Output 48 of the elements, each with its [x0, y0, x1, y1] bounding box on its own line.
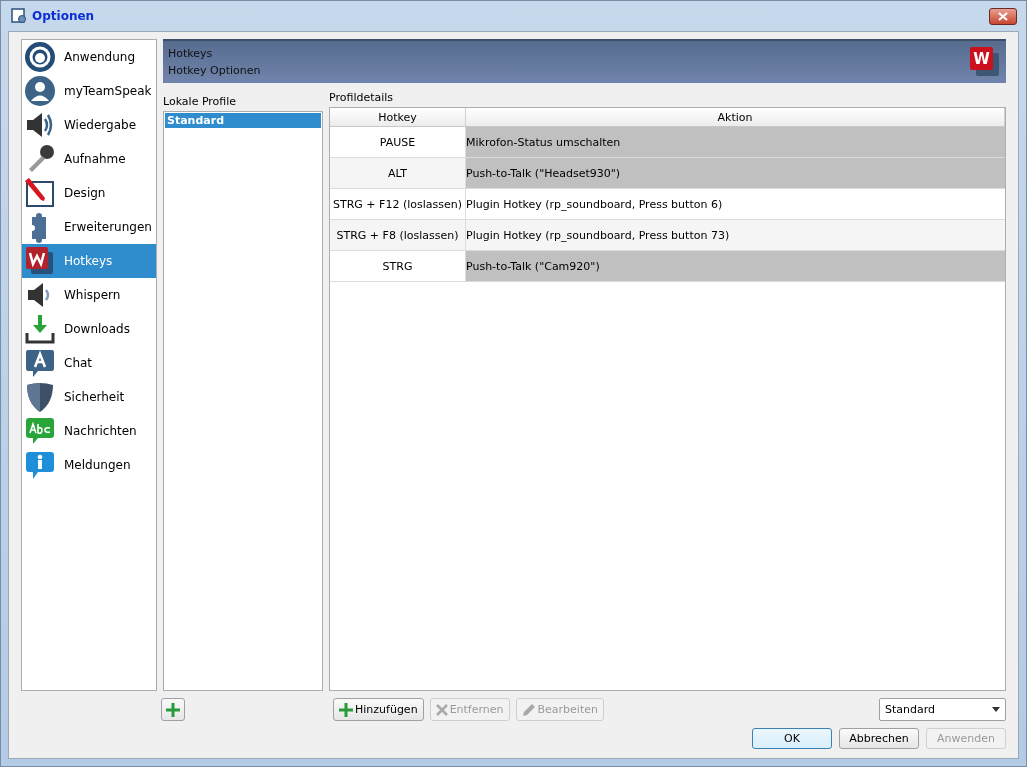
category-item[interactable]: Whispern [22, 278, 156, 312]
category-item[interactable]: Chat [22, 346, 156, 380]
profiles-label: Lokale Profile [163, 94, 238, 110]
table-cell: Push-to-Talk ("Headset930") [466, 158, 1005, 189]
table-cell: STRG + F8 (loslassen) [330, 220, 466, 251]
category-label: Whispern [64, 288, 121, 302]
category-label: Nachrichten [64, 424, 137, 438]
category-item[interactable]: Sicherheit [22, 380, 156, 414]
category-label: Sicherheit [64, 390, 125, 404]
dialog-button[interactable]: Abbrechen [839, 728, 919, 749]
page-subtitle: Hotkey Optionen [168, 64, 262, 77]
category-item[interactable]: Anwendung [22, 40, 156, 74]
category-label: Downloads [64, 322, 130, 336]
dialog-button[interactable]: OK [752, 728, 832, 749]
table-action-button[interactable]: Hinzufügen [333, 698, 424, 721]
category-label: Aufnahme [64, 152, 126, 166]
category-item[interactable]: Design [22, 176, 156, 210]
category-item[interactable]: myTeamSpeak [22, 74, 156, 108]
table-cell: ALT [330, 158, 466, 189]
window-title: Optionen [32, 9, 95, 23]
category-label: Anwendung [64, 50, 136, 64]
page-title: Hotkeys [168, 47, 214, 60]
table-cell: PAUSE [330, 127, 466, 158]
category-label: Chat [64, 356, 93, 370]
category-item[interactable]: Wiedergabe [22, 108, 156, 142]
column-header[interactable]: Aktion [466, 108, 1005, 127]
category-item[interactable]: Meldungen [22, 448, 156, 482]
table-cell: STRG [330, 251, 466, 282]
profile-dropdown[interactable]: Standard [879, 698, 1006, 721]
category-item[interactable]: Downloads [22, 312, 156, 346]
category-item[interactable]: Aufnahme [22, 142, 156, 176]
table-cell: Mikrofon-Status umschalten [466, 127, 1005, 158]
category-label: Hotkeys [64, 254, 113, 268]
profile-item[interactable]: Standard [165, 113, 321, 128]
category-label: Design [64, 186, 106, 200]
category-item[interactable]: Hotkeys [22, 244, 156, 278]
category-label: myTeamSpeak [64, 84, 152, 98]
table-cell: STRG + F12 (loslassen) [330, 189, 466, 220]
table-cell: Plugin Hotkey (rp_soundboard, Press button 73) [466, 220, 1005, 251]
category-label: Erweiterungen [64, 220, 152, 234]
table-cell: Push-to-Talk ("Cam920") [466, 251, 1005, 282]
category-label: Meldungen [64, 458, 131, 472]
category-item[interactable]: Nachrichten [22, 414, 156, 448]
category-item[interactable]: Erweiterungen [22, 210, 156, 244]
details-label: Profildetails [329, 90, 395, 106]
column-header[interactable]: Hotkey [330, 108, 466, 127]
category-label: Wiedergabe [64, 118, 136, 132]
hotkeys-logo: W [970, 47, 1000, 77]
